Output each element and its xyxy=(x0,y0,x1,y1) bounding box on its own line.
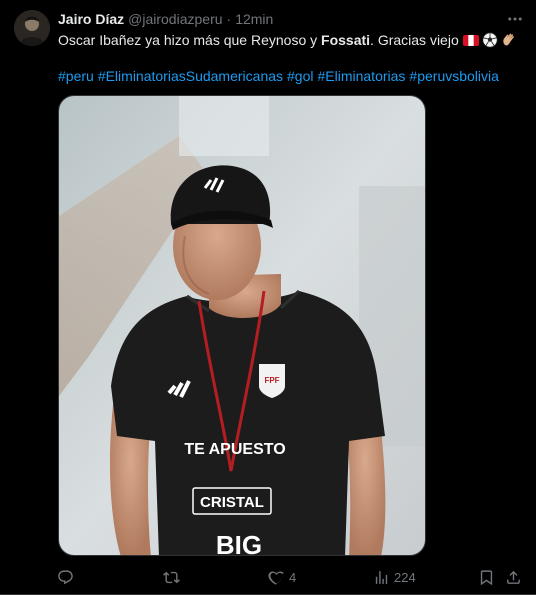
reply-icon xyxy=(58,569,73,584)
reply-button[interactable] xyxy=(57,565,78,589)
emoji-group xyxy=(462,32,517,48)
author-handle[interactable]: @jairodiazperu xyxy=(128,11,222,27)
hashtag-link[interactable]: #gol xyxy=(287,68,313,84)
tweet-text-part1: Oscar Ibañez ya hizo más que Reynoso y xyxy=(58,32,322,48)
more-icon xyxy=(508,17,522,21)
soccer-ball-icon xyxy=(482,32,498,48)
bookmark-button[interactable] xyxy=(478,565,495,589)
clapping-hands-icon xyxy=(501,32,517,48)
action-bar: 4 224 xyxy=(0,565,536,589)
heart-icon xyxy=(268,570,284,585)
avatar[interactable] xyxy=(14,10,50,46)
views-button[interactable]: 224 xyxy=(373,565,416,589)
tweet-text: Oscar Ibañez ya hizo más que Reynoso y F… xyxy=(58,31,518,49)
tweet-card[interactable]: Jairo Díaz @jairodiazperu · 12min Oscar … xyxy=(0,0,536,595)
separator-dot: · xyxy=(226,11,232,27)
like-button[interactable]: 4 xyxy=(268,565,296,589)
bookmark-icon xyxy=(480,569,493,585)
hashtag-link[interactable]: #EliminatoriasSudamericanas xyxy=(98,68,283,84)
tweet-text-bold: Fossati xyxy=(321,32,371,48)
hashtags: #peru #EliminatoriasSudamericanas #gol #Eli… xyxy=(58,67,503,85)
share-button[interactable] xyxy=(505,565,522,589)
tweet-text-part2: . Gracias viejo xyxy=(370,32,459,48)
like-count: 4 xyxy=(289,569,297,585)
views-count: 224 xyxy=(394,569,416,585)
sponsor-text-3: BIG xyxy=(216,530,262,556)
hashtag-link[interactable]: #peru xyxy=(58,68,94,84)
hashtag-link[interactable]: #Eliminatorias xyxy=(317,68,405,84)
photo-image: FPF TE APUESTO CRISTAL BIG xyxy=(59,96,425,556)
sponsor-text-1: TE APUESTO xyxy=(184,441,285,458)
sponsor-text-2: CRISTAL xyxy=(200,494,264,511)
share-icon xyxy=(507,570,520,584)
retweet-icon xyxy=(163,571,180,583)
hashtag-link[interactable]: #peruvsbolivia xyxy=(409,68,499,84)
tweet-photo[interactable]: FPF TE APUESTO CRISTAL BIG xyxy=(58,95,426,556)
more-options-button[interactable] xyxy=(505,9,525,29)
tweet-header: Jairo Díaz @jairodiazperu · 12min xyxy=(58,10,273,28)
timestamp[interactable]: 12min xyxy=(235,11,273,27)
author-name[interactable]: Jairo Díaz xyxy=(58,11,124,27)
views-icon xyxy=(375,570,388,584)
fpf-logo-text: FPF xyxy=(264,376,279,385)
peru-flag-icon xyxy=(462,32,479,48)
retweet-button[interactable] xyxy=(163,565,184,589)
